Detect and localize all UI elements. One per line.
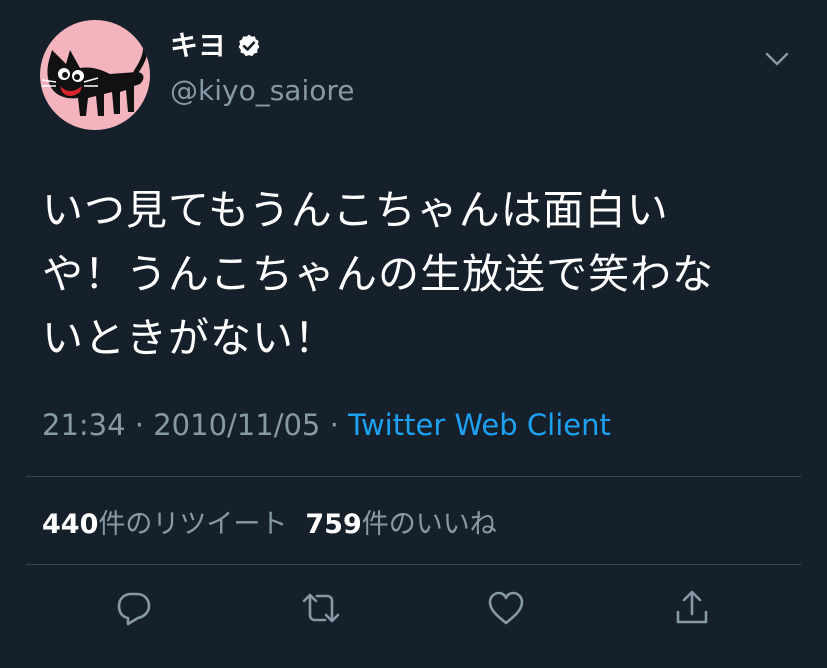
reply-icon — [117, 592, 151, 626]
share-button[interactable] — [672, 588, 712, 628]
display-name[interactable]: キヨ — [170, 32, 226, 60]
avatar[interactable] — [40, 20, 150, 130]
meta-separator: · — [125, 408, 154, 442]
author-name-row[interactable]: キヨ — [170, 32, 262, 60]
tweet-stats: 440件のリツイート 759件のいいね — [42, 502, 497, 541]
tweet-meta: 21:34 · 2010/11/05 · Twitter Web Client — [42, 408, 611, 442]
divider — [26, 564, 801, 565]
retweet-count: 440 — [42, 509, 99, 540]
verified-badge-icon — [238, 34, 260, 57]
retweet-label: 件のリツイート — [98, 509, 288, 540]
tweet-text-line: いときがない！ — [42, 314, 336, 362]
share-icon — [676, 590, 708, 624]
retweet-button[interactable] — [301, 588, 341, 628]
like-button[interactable] — [486, 588, 526, 628]
tweet-text-line: や！うんこちゃんの生放送で笑わな — [42, 250, 714, 298]
retweet-icon — [302, 593, 340, 623]
user-handle[interactable]: @kiyo_saiore — [170, 74, 354, 108]
divider — [26, 476, 801, 477]
like-label: 件のいいね — [361, 509, 497, 540]
like-count: 759 — [305, 509, 362, 540]
chevron-down-icon[interactable] — [760, 42, 794, 76]
tweet-text: いつ見てもうんこちゃんは面白い や！うんこちゃんの生放送で笑わな いときがない！ — [42, 178, 802, 370]
like-stat[interactable]: 759件のいいね — [305, 509, 496, 540]
tweet-text-line: いつ見てもうんこちゃんは面白い — [42, 186, 669, 234]
tweet-time[interactable]: 21:34 — [42, 408, 126, 442]
retweet-stat[interactable]: 440件のリツイート — [42, 509, 287, 540]
reply-button[interactable] — [114, 588, 154, 628]
like-icon — [488, 591, 524, 625]
meta-separator: · — [320, 408, 349, 442]
avatar-cat-icon — [41, 37, 149, 116]
tweet-date[interactable]: 2010/11/05 — [153, 408, 320, 442]
tweet-client-link[interactable]: Twitter Web Client — [348, 408, 611, 442]
